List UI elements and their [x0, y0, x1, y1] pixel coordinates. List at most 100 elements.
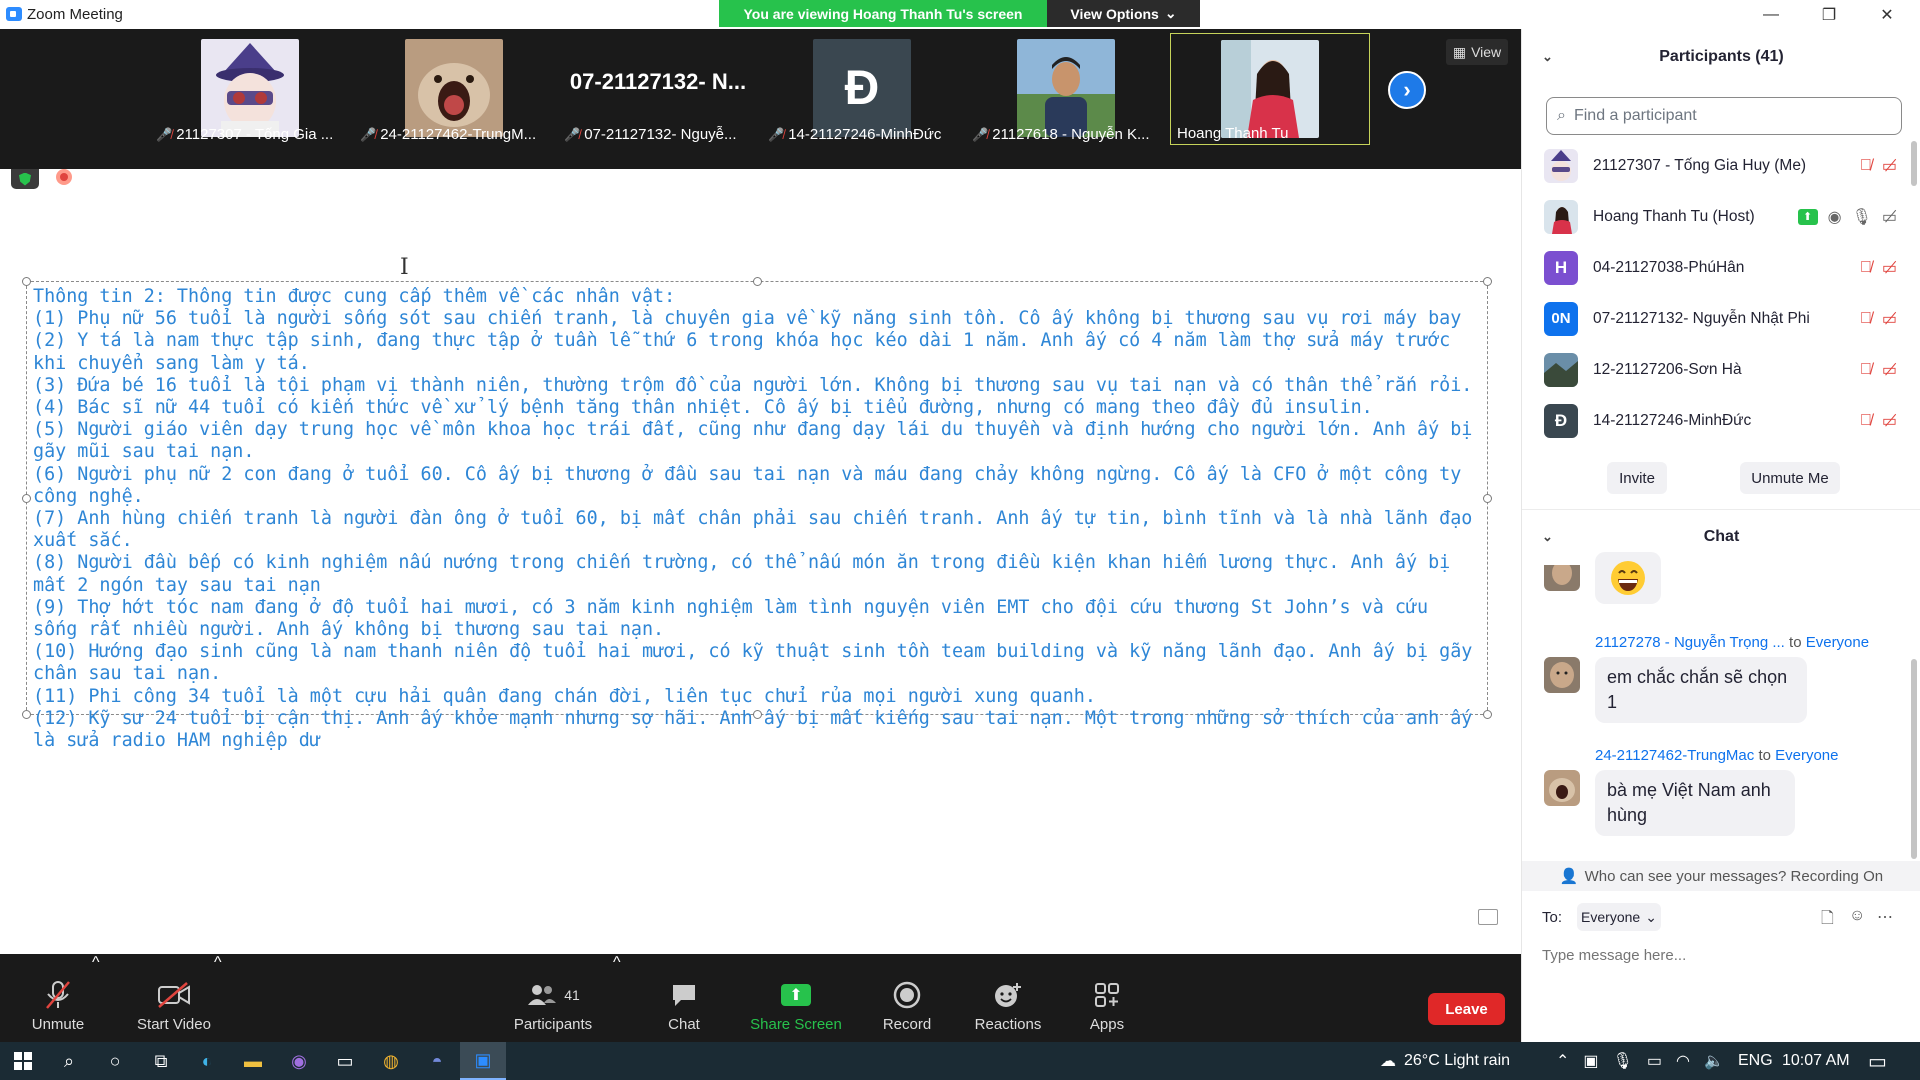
resize-handle[interactable] [1483, 277, 1492, 286]
leave-button[interactable]: Leave [1428, 993, 1505, 1025]
mic-muted-icon: 🎙̸ [1859, 156, 1872, 174]
mic-muted-icon: 🎤̸ [360, 126, 377, 142]
chat-sender-name[interactable]: 21127278 - Nguyễn Trọng ... [1595, 634, 1785, 651]
participant-row[interactable]: 12-21127206-Sơn Hà 🎙̸ ▭̸ [1522, 344, 1920, 395]
collapse-chevron-icon[interactable]: ⌄ [1542, 49, 1553, 65]
file-explorer-icon[interactable]: ▬ [230, 1042, 276, 1080]
system-tray-icons[interactable]: ⌃ ▣ 🎙 ▭ ◠ 🔈 [1556, 1042, 1724, 1080]
anime-avatar [201, 39, 299, 137]
resize-handle[interactable] [753, 277, 762, 286]
emoji-icon[interactable]: ☺ [1849, 907, 1865, 925]
avatar [1544, 352, 1578, 387]
collapse-chevron-icon[interactable]: ⌄ [1542, 529, 1553, 545]
participants-scrollbar[interactable] [1911, 141, 1917, 186]
view-button[interactable]: ▦ View [1446, 39, 1508, 65]
reactions-button[interactable]: Reactions [970, 954, 1046, 1042]
photo-avatar [1017, 39, 1115, 137]
participant-row[interactable]: Hoang Thanh Tu (Host) ⬆ ◉ 🎙 ▭̸ [1522, 191, 1920, 242]
task-view-icon[interactable]: ⧉ [138, 1042, 184, 1080]
doc-line: (7) Anh hùng chiến tranh là người đàn ôn… [33, 508, 1473, 552]
resize-handle[interactable] [22, 710, 31, 719]
video-options-caret[interactable]: ^ [214, 954, 222, 1042]
start-video-button[interactable]: Start Video [130, 954, 218, 1042]
tile-name: 🎤̸ 14-21127246-MinhĐức [768, 126, 942, 143]
document-text: Thông tin 2: Thông tin được cung cấp thê… [33, 286, 1481, 752]
tile-name: Hoang Thanh Tu [1177, 125, 1289, 142]
clock[interactable]: 10:07 AM [1782, 1042, 1850, 1080]
resize-handle[interactable] [1483, 710, 1492, 719]
participant-row[interactable]: 0N 07-21127132- Nguyễn Nhật Phi 🎙̸ ▭̸ [1522, 293, 1920, 344]
chat-button[interactable]: Chat [654, 954, 714, 1042]
edge-browser-icon[interactable]: ◐ [184, 1042, 230, 1080]
participant-row[interactable]: H 04-21127038-PhúHân 🎙̸ ▭̸ [1522, 242, 1920, 293]
doc-line: (1) Phụ nữ 56 tuổi là người sống sót sau… [33, 308, 1462, 330]
resize-handle[interactable] [1483, 494, 1492, 503]
mic-muted-icon: 🎙̸ [1859, 360, 1872, 378]
chrome-browser-icon[interactable]: ◍ [368, 1042, 414, 1080]
participants-options-caret[interactable]: ^ [613, 954, 621, 1042]
record-button[interactable]: Record [876, 954, 938, 1042]
chat-sender-name[interactable]: 24-21127462-TrungMac [1595, 747, 1754, 764]
divider [1522, 509, 1920, 510]
video-tile[interactable]: 07-21127132- N... 🎤̸ 07-21127132- Nguyễ..… [558, 33, 758, 145]
pop-out-icon[interactable] [1478, 909, 1498, 925]
microphone-icon: 🎙 [1612, 1053, 1633, 1070]
terminal-icon[interactable]: ▭ [322, 1042, 368, 1080]
notification-icon[interactable]: ▭ [1868, 1042, 1887, 1080]
zoom-app-icon [6, 7, 22, 21]
invite-button[interactable]: Invite [1607, 462, 1667, 494]
close-button[interactable]: ✕ [1858, 0, 1916, 29]
wifi-icon: ◠ [1675, 1053, 1690, 1070]
zoom-taskbar-icon[interactable]: ▣ [460, 1042, 506, 1080]
resize-handle[interactable] [22, 277, 31, 286]
chat-scrollbar[interactable] [1911, 659, 1917, 859]
video-off-icon: ▭̸ [1881, 361, 1897, 379]
view-options-button[interactable]: View Options ⌄ [1047, 0, 1200, 27]
share-screen-button[interactable]: ⬆ Share Screen [742, 954, 850, 1042]
windows-taskbar: ⌕ ○ ⧉ ◐ ▬ ◉ ▭ ◍ ◓ ▣ ☁ 26°C Light rain ⌃ … [0, 1042, 1920, 1080]
video-tile[interactable]: Đ 🎤̸ 14-21127246-MinhĐức [762, 33, 962, 145]
cat-avatar [405, 39, 503, 137]
search-icon: ⌕ [1557, 107, 1566, 124]
video-tile[interactable]: 🎤̸ 24-21127462-TrungM... [354, 33, 554, 145]
resize-handle[interactable] [22, 494, 31, 503]
search-icon[interactable]: ⌕ [46, 1042, 92, 1080]
restore-button[interactable]: ❐ [1800, 0, 1858, 29]
search-placeholder: Find a participant [1573, 107, 1697, 124]
tile-name: 🎤̸ 24-21127462-TrungM... [360, 126, 537, 143]
mic-muted-icon: 🎤̸ [564, 126, 581, 142]
discord-icon[interactable]: ◓ [414, 1042, 460, 1080]
language-indicator[interactable]: ENG [1738, 1042, 1773, 1080]
doc-line: (5) Người giáo viên dạy trung học về môn… [33, 419, 1473, 463]
windows-start-icon[interactable] [0, 1042, 46, 1080]
unmute-button[interactable]: Unmute [22, 954, 94, 1042]
chat-message-input[interactable] [1542, 935, 1902, 975]
participant-row[interactable]: Đ 14-21127246-MinhĐức 🎙̸ ▭̸ [1522, 395, 1920, 446]
participants-count: 41 [564, 987, 580, 1003]
view-options-label: View Options [1070, 5, 1159, 22]
doc-line: (11) Phi công 34 tuổi là một cựu hải quâ… [33, 685, 1096, 707]
gallery-next-page-button[interactable]: › [1388, 71, 1426, 109]
unmute-me-button[interactable]: Unmute Me [1740, 462, 1840, 494]
audio-options-caret[interactable]: ^ [92, 954, 100, 1042]
video-tile-active-speaker[interactable]: Hoang Thanh Tu [1170, 33, 1370, 145]
mic-muted-icon: 🎤̸ [768, 126, 785, 142]
minimize-button[interactable]: — [1742, 0, 1800, 29]
more-options-icon[interactable]: ⋯ [1877, 907, 1893, 927]
chat-privacy-notice[interactable]: 👤 Who can see your messages? Recording O… [1522, 861, 1920, 891]
find-participant-input[interactable]: ⌕ Find a participant [1546, 97, 1902, 135]
shared-text-box: Thông tin 2: Thông tin được cung cấp thê… [22, 277, 1492, 751]
apps-button[interactable]: Apps [1082, 954, 1132, 1042]
text-cursor-icon: I [400, 255, 409, 280]
security-shield-icon[interactable] [11, 169, 39, 189]
participant-row[interactable]: 21127307 - Tống Gia Huy (Me) 🎙̸ ▭̸ [1522, 140, 1920, 191]
doc-line: (9) Thợ hớt tóc nam đang ở độ tuổi hai m… [33, 596, 1429, 641]
participants-button[interactable]: 41 Participants [508, 954, 598, 1042]
video-tile[interactable]: 🎤̸ 21127307 - Tống Gia ... [150, 33, 350, 145]
recipient-select[interactable]: Everyone ⌄ [1577, 903, 1661, 931]
file-icon[interactable]: 🗋 [1821, 907, 1834, 934]
video-tile[interactable]: 🎤̸ 21127618 - Nguyễn K... [966, 33, 1166, 145]
cortana-icon[interactable]: ○ [92, 1042, 138, 1080]
weather-widget[interactable]: ☁ 26°C Light rain [1380, 1042, 1510, 1080]
github-desktop-icon[interactable]: ◉ [276, 1042, 322, 1080]
